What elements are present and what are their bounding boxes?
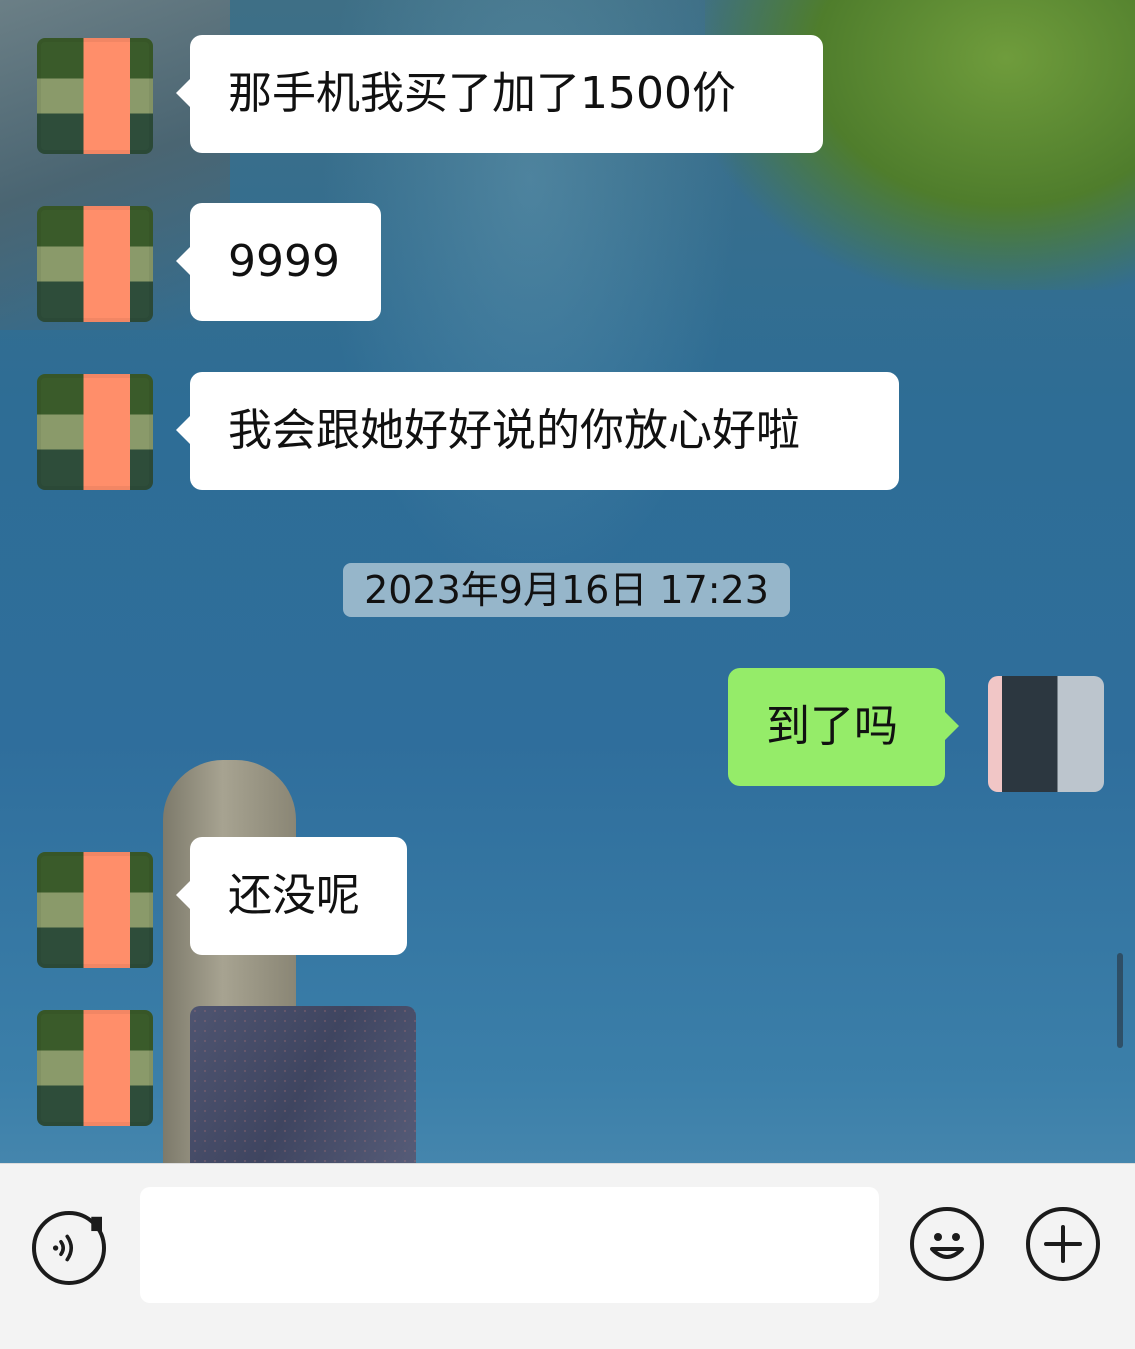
emoji-icon <box>930 1233 964 1259</box>
message-text: 还没呢 <box>228 870 360 921</box>
message-text: 那手机我买了加了1500价 <box>228 68 736 119</box>
message-timestamp: 2023年9月16日 17:23 <box>343 563 790 617</box>
emoji-button[interactable] <box>910 1207 984 1281</box>
contact-avatar[interactable] <box>37 1010 153 1126</box>
contact-avatar[interactable] <box>37 206 153 322</box>
incoming-message-bubble[interactable]: 还没呢 <box>176 837 407 955</box>
message-text: 9999 <box>228 236 340 287</box>
message-input[interactable] <box>140 1187 879 1303</box>
incoming-message-bubble[interactable]: 我会跟她好好说的你放心好啦 <box>176 372 899 490</box>
incoming-message-bubble[interactable]: 9999 <box>176 203 381 321</box>
contact-avatar[interactable] <box>37 38 153 154</box>
outgoing-message-bubble[interactable]: 到了吗 <box>728 668 959 786</box>
voice-button[interactable] <box>32 1211 106 1285</box>
incoming-message-bubble[interactable]: 那手机我买了加了1500价 <box>176 35 823 153</box>
more-button[interactable] <box>1026 1207 1100 1281</box>
user-avatar[interactable] <box>988 676 1104 792</box>
scrollbar-thumb[interactable] <box>1117 953 1123 1048</box>
plus-icon <box>1044 1225 1082 1263</box>
contact-avatar[interactable] <box>37 374 153 490</box>
contact-avatar[interactable] <box>37 852 153 968</box>
message-text: 到了吗 <box>766 701 898 752</box>
image-message[interactable] <box>190 1006 416 1166</box>
message-text: 我会跟她好好说的你放心好啦 <box>228 405 800 456</box>
chat-background <box>0 0 1135 1348</box>
voice-icon <box>52 1216 102 1262</box>
